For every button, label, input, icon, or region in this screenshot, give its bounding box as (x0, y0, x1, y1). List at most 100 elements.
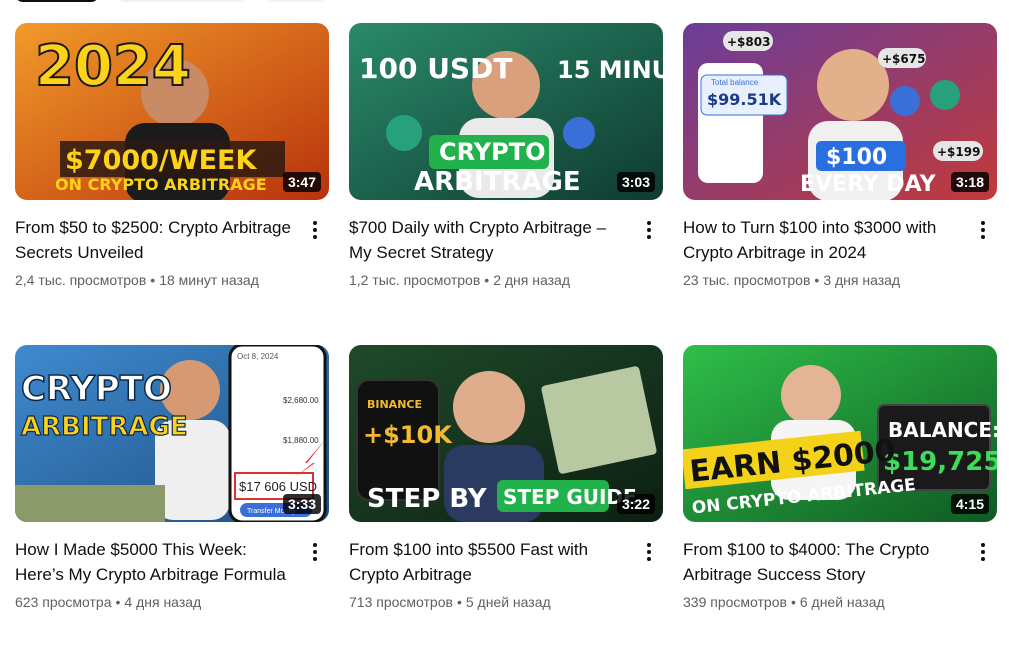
thumb-text: BALANCE: (888, 418, 997, 442)
thumb-text: 2024 (35, 34, 191, 99)
view-count: 2,4 тыс. просмотров (15, 272, 147, 288)
thumbnail-art: Total balance $99.51K +$803 +$675 +$199 … (683, 23, 997, 200)
separator-dot: • (814, 272, 820, 288)
thumb-text: +$10K (363, 421, 453, 449)
thumb-text: ON CRYPTO ARBITRAGE (55, 175, 267, 194)
video-title[interactable]: $700 Daily with Crypto Arbitrage – My Se… (349, 215, 629, 265)
more-actions-button[interactable] (971, 540, 995, 564)
thumb-text: ARBITRAGE (414, 167, 581, 197)
separator-dot: • (484, 272, 490, 288)
thumbnail-art: BALANCE: $19,725 EARN $2000 ON CRYPTO AR… (683, 345, 997, 522)
video-stats: 623 просмотра • 4 дня назад (15, 592, 295, 612)
view-count: 713 просмотров (349, 594, 453, 610)
thumb-text: EVERY DAY (800, 172, 937, 197)
thumb-text: 100 USDT (359, 52, 512, 85)
thumbnail-art: BINANCE +$10K STEP BY STEP GUIDE (349, 345, 663, 522)
menu-dot-icon (313, 228, 317, 232)
thumb-text: Oct 8, 2024 (237, 352, 279, 361)
thumb-text: $1,880.00 (283, 436, 319, 445)
video-title[interactable]: How I Made $5000 This Week: Here’s My Cr… (15, 537, 295, 587)
menu-dot-icon (313, 235, 317, 239)
menu-dot-icon (647, 550, 651, 554)
thumbnail-art: 100 USDT 15 MINUTES CRYPTO ARBITRAGE (349, 23, 663, 200)
menu-dot-icon (647, 543, 651, 547)
menu-dot-icon (981, 543, 985, 547)
thumb-text: ARBITRAGE (21, 412, 188, 442)
video-thumbnail[interactable]: 2024 $7000/WEEK ON CRYPTO ARBITRAGE 3:47 (15, 23, 329, 200)
video-stats: 339 просмотров • 6 дней назад (683, 592, 963, 612)
thumb-text: CRYPTO (439, 138, 546, 166)
thumb-text: BINANCE (367, 398, 422, 411)
thumb-text: $99.51K (707, 90, 782, 109)
thumbnail-art: Oct 8, 2024 $2,680.00 $1,880.00 $17 606 … (15, 345, 329, 522)
thumb-text: CRYPTO (21, 369, 172, 409)
menu-dot-icon (981, 550, 985, 554)
menu-dot-icon (313, 543, 317, 547)
view-count: 623 просмотра (15, 594, 112, 610)
video-duration: 4:15 (950, 494, 989, 514)
thumbnail-art: 2024 $7000/WEEK ON CRYPTO ARBITRAGE (15, 23, 329, 200)
filter-chip-active[interactable] (15, 0, 99, 2)
video-thumbnail[interactable]: Oct 8, 2024 $2,680.00 $1,880.00 $17 606 … (15, 345, 329, 522)
filter-chip[interactable] (265, 0, 327, 2)
video-duration: 3:18 (950, 172, 989, 192)
video-thumbnail[interactable]: Total balance $99.51K +$803 +$675 +$199 … (683, 23, 997, 200)
video-card[interactable]: Oct 8, 2024 $2,680.00 $1,880.00 $17 606 … (15, 345, 329, 667)
video-title[interactable]: How to Turn $100 into $3000 with Crypto … (683, 215, 963, 265)
upload-age: 2 дня назад (493, 272, 570, 288)
video-stats: 2,4 тыс. просмотров • 18 минут назад (15, 270, 295, 290)
view-count: 339 просмотров (683, 594, 787, 610)
video-duration: 3:22 (616, 494, 655, 514)
video-title[interactable]: From $50 to $2500: Crypto Arbitrage Secr… (15, 215, 295, 265)
view-count: 23 тыс. просмотров (683, 272, 811, 288)
upload-age: 18 минут назад (159, 272, 259, 288)
video-thumbnail[interactable]: BALANCE: $19,725 EARN $2000 ON CRYPTO AR… (683, 345, 997, 522)
thumb-text: $7000/WEEK (65, 145, 257, 176)
thumb-text: +$199 (937, 145, 980, 159)
menu-dot-icon (981, 557, 985, 561)
more-actions-button[interactable] (971, 218, 995, 242)
video-card[interactable]: 100 USDT 15 MINUTES CRYPTO ARBITRAGE 3:0… (349, 23, 663, 345)
video-thumbnail[interactable]: BINANCE +$10K STEP BY STEP GUIDE 3:22 (349, 345, 663, 522)
thumb-text: Total balance (711, 78, 759, 87)
menu-dot-icon (981, 235, 985, 239)
video-duration: 3:03 (616, 172, 655, 192)
separator-dot: • (790, 594, 796, 610)
more-actions-button[interactable] (637, 218, 661, 242)
thumb-text: 15 MINUTES (557, 56, 663, 84)
menu-dot-icon (647, 235, 651, 239)
separator-dot: • (115, 594, 121, 610)
filter-chip[interactable] (117, 0, 247, 2)
video-grid: 2024 $7000/WEEK ON CRYPTO ARBITRAGE 3:47… (15, 23, 997, 667)
video-thumbnail[interactable]: 100 USDT 15 MINUTES CRYPTO ARBITRAGE 3:0… (349, 23, 663, 200)
video-card[interactable]: BALANCE: $19,725 EARN $2000 ON CRYPTO AR… (683, 345, 997, 667)
menu-dot-icon (313, 557, 317, 561)
more-actions-button[interactable] (303, 218, 327, 242)
thumb-text: $17 606 USD (239, 479, 317, 494)
upload-age: 3 дня назад (823, 272, 901, 288)
video-card[interactable]: 2024 $7000/WEEK ON CRYPTO ARBITRAGE 3:47… (15, 23, 329, 345)
menu-dot-icon (647, 228, 651, 232)
separator-dot: • (150, 272, 156, 288)
menu-dot-icon (313, 221, 317, 225)
upload-age: 4 дня назад (124, 594, 202, 610)
thumb-text: +$675 (882, 52, 925, 66)
video-duration: 3:33 (282, 494, 321, 514)
thumb-text: $2,680.00 (283, 396, 319, 405)
video-card[interactable]: BINANCE +$10K STEP BY STEP GUIDE 3:22 Fr… (349, 345, 663, 667)
more-actions-button[interactable] (637, 540, 661, 564)
thumb-text: $19,725 (883, 447, 997, 477)
upload-age: 6 дней назад (799, 594, 885, 610)
video-card[interactable]: Total balance $99.51K +$803 +$675 +$199 … (683, 23, 997, 345)
menu-dot-icon (313, 550, 317, 554)
video-duration: 3:47 (282, 172, 321, 192)
more-actions-button[interactable] (303, 540, 327, 564)
filter-chips (15, 0, 327, 2)
upload-age: 5 дней назад (465, 594, 551, 610)
video-title[interactable]: From $100 to $4000: The Crypto Arbitrage… (683, 537, 963, 587)
video-stats: 23 тыс. просмотров • 3 дня назад (683, 270, 963, 290)
video-title[interactable]: From $100 into $5500 Fast with Crypto Ar… (349, 537, 629, 587)
menu-dot-icon (981, 228, 985, 232)
video-stats: 713 просмотров • 5 дней назад (349, 592, 629, 612)
thumb-text: $100 (826, 145, 887, 170)
